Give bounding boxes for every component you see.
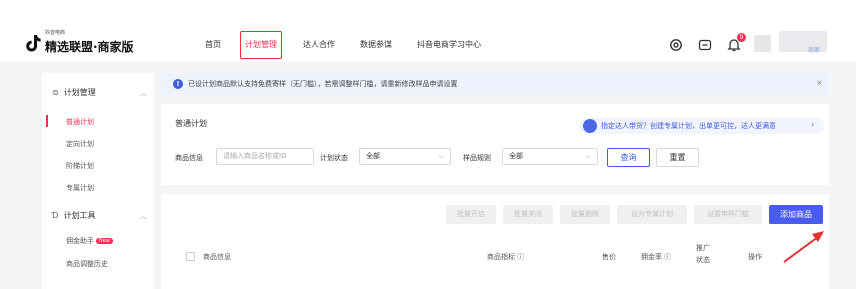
column-header-promo-status: 推广状态 [696, 244, 710, 264]
nav-item-influencer-cooperation[interactable]: 达人合作 [303, 31, 335, 59]
tool-icon: Ɗ [52, 211, 59, 220]
sidebar-item-normal-plan[interactable]: 普通计划 [66, 117, 94, 127]
top-bar: 抖音电商 精选联盟·商家版 首页 计划管理 达人合作 数据参谋 抖音电商学习中心… [0, 0, 856, 62]
plan-icon: ⊜ [52, 88, 59, 97]
sidebar-item-exclusive-plan[interactable]: 专属计划 [66, 183, 94, 193]
column-header-product-metrics[interactable]: 商品指标 ⓘ [487, 252, 524, 262]
add-product-button[interactable]: 添加商品 [769, 205, 823, 224]
notice-bar: ! 已设计划商品默认支持免费寄样（无门槛），若需调整样门槛，请重新修改样品申请设… [161, 73, 829, 95]
product-table-card: 批量开启 批量关闭 批量删除 设为专属计划 设置申样门槛 添加商品 商品信息 商… [161, 194, 829, 289]
nav-item-data-advisor[interactable]: 数据参谋 [360, 31, 392, 59]
notice-text: 已设计划商品默认支持免费寄样（无门槛），若需调整样门槛，请重新修改样品申请设置 [188, 80, 458, 88]
plan-status-label: 计划状态 [320, 154, 348, 162]
douyin-logo-icon [26, 35, 41, 52]
influencer-avatar-icon [583, 119, 597, 133]
avatar[interactable] [754, 35, 771, 52]
sidebar-item-commission-assistant[interactable]: 佣金助手 New [66, 236, 113, 246]
plan-status-select[interactable]: 全部 ⌵ [359, 148, 451, 165]
column-header-commission-rate[interactable]: 佣金率 ⓘ [641, 252, 671, 262]
promo-banner[interactable]: 指定达人带货？创建专属计划，出单更可控，达人更满意 › [579, 118, 824, 134]
sidebar-item-tiered-plan[interactable]: 阶梯计划 [66, 161, 94, 171]
user-role-tag: 商家 [808, 47, 821, 54]
chevron-up-icon[interactable]: ︿ [140, 88, 147, 98]
select-all-checkbox[interactable] [186, 252, 195, 261]
new-badge: New [96, 238, 113, 244]
sidebar-group-plan-management[interactable]: ⊜ 计划管理 [52, 87, 96, 98]
sidebar-item-product-adjust-history[interactable]: 商品调整历史 [66, 259, 108, 269]
promo-text: 指定达人带货？创建专属计划，出单更可控，达人更满意 [601, 122, 776, 130]
product-search-input[interactable]: 请输入商品名称或ID [216, 148, 314, 165]
set-exclusive-plan-button[interactable]: 设为专属计划 [617, 205, 687, 224]
brand-name[interactable]: 精选联盟·商家版 [45, 38, 134, 55]
notification-badge: 9 [737, 33, 746, 42]
batch-enable-button[interactable]: 批量开启 [446, 205, 496, 224]
sidebar-group-label: 计划管理 [63, 88, 96, 97]
brand-small-text: 抖音电商 [45, 30, 66, 36]
settings-icon[interactable] [669, 38, 683, 52]
sample-rule-value: 全部 [509, 152, 523, 160]
set-sample-threshold-button[interactable]: 设置申样门槛 [694, 205, 762, 224]
chevron-down-icon: ⌵ [438, 152, 444, 160]
sidebar-item-targeted-plan[interactable]: 定向计划 [66, 139, 94, 149]
column-header-actions: 操作 [748, 253, 762, 261]
chevron-right-icon: › [811, 120, 815, 129]
sample-rule-label: 样品规则 [463, 154, 491, 162]
product-info-label: 商品信息 [175, 154, 203, 162]
nav-item-plan-management[interactable]: 计划管理 [240, 31, 282, 59]
page-title: 普通计划 [175, 119, 207, 128]
column-header-product-info: 商品信息 [203, 253, 231, 261]
batch-delete-button[interactable]: 批量删除 [560, 205, 610, 224]
sidebar-active-indicator [46, 115, 48, 127]
sidebar-item-label: 佣金助手 [66, 237, 94, 245]
sidebar-group-label: 计划工具 [63, 211, 96, 220]
column-header-price: 售价 [602, 253, 616, 261]
reset-button[interactable]: 重置 [656, 148, 699, 167]
chevron-up-icon[interactable]: ︿ [140, 211, 147, 221]
plan-status-value: 全部 [366, 152, 380, 160]
filter-card: 普通计划 指定达人带货？创建专属计划，出单更可控，达人更满意 › 商品信息 请输… [161, 104, 829, 185]
chevron-down-icon: ⌵ [585, 152, 591, 160]
batch-disable-button[interactable]: 批量关闭 [503, 205, 553, 224]
nav-item-home[interactable]: 首页 [205, 31, 221, 59]
query-button[interactable]: 查询 [607, 148, 650, 167]
message-icon[interactable] [698, 38, 712, 52]
sidebar-group-plan-tools[interactable]: Ɗ 计划工具 [52, 210, 96, 221]
info-icon: ! [173, 79, 183, 89]
sidebar: ⊜ 计划管理 ︿ 普通计划 定向计划 阶梯计划 专属计划 Ɗ 计划工具 ︿ 佣金助手… [42, 73, 154, 289]
close-icon[interactable]: × [816, 78, 823, 87]
sample-rule-select[interactable]: 全部 ⌵ [502, 148, 598, 165]
nav-item-learning-center[interactable]: 抖音电商学习中心 [417, 31, 481, 59]
